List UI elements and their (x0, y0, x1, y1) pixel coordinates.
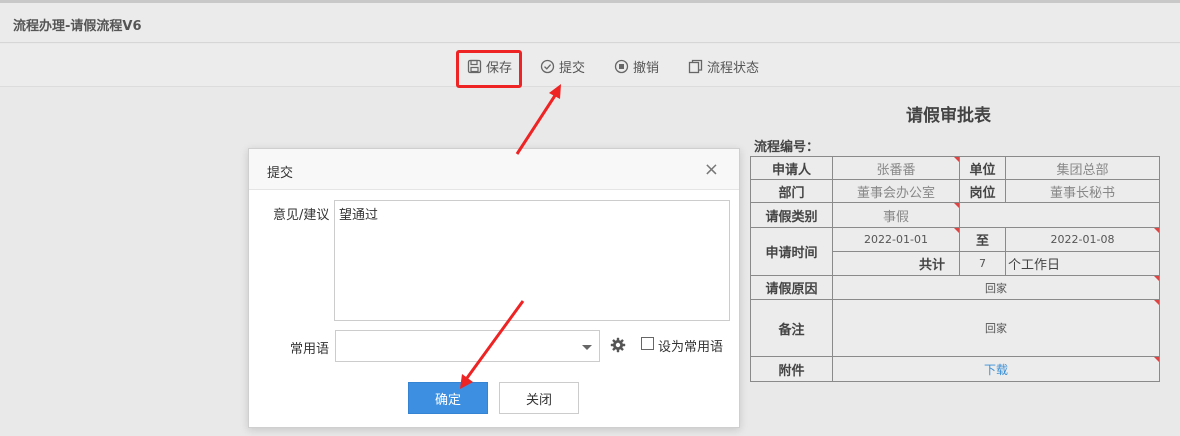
revoke-icon (614, 59, 629, 73)
end-date[interactable]: 2022-01-08 (1005, 227, 1160, 252)
save-highlight-box (456, 50, 522, 88)
submit-dialog: 提交 × 意见/建议 望通过 常用语 设为常用语 确定 关闭 (248, 148, 740, 428)
chevron-down-icon (582, 345, 592, 350)
applicant-label: 申请人 (750, 156, 833, 180)
flow-status-label: 流程状态 (707, 60, 760, 76)
form-title: 请假审批表 (906, 106, 991, 126)
leave-type-empty (959, 202, 1160, 228)
applicant-value: 张番番 (832, 156, 960, 180)
remark-label: 备注 (750, 299, 833, 357)
apply-time-label: 申请时间 (750, 227, 833, 276)
submit-button[interactable]: 提交 (540, 57, 586, 76)
arrow-to-save (515, 84, 561, 155)
dept-value: 董事会办公室 (832, 179, 960, 203)
opinion-label: 意见/建议 (273, 208, 330, 223)
leave-type-label: 请假类别 (750, 202, 833, 228)
opinion-textarea[interactable]: 望通过 (334, 200, 730, 321)
dialog-title: 提交 (267, 166, 294, 181)
reason-label: 请假原因 (750, 275, 833, 300)
gear-icon[interactable] (610, 337, 626, 353)
total-label: 共计 (832, 251, 960, 276)
days-unit: 个工作日 (1005, 251, 1160, 276)
status-copy-icon (688, 59, 703, 73)
set-common-checkbox[interactable] (641, 337, 654, 350)
leave-type-value: 事假 (832, 202, 960, 228)
flow-status-button[interactable]: 流程状态 (688, 57, 760, 76)
common-phrase-label: 常用语 (290, 342, 330, 357)
submit-label: 提交 (559, 60, 586, 76)
download-link[interactable]: 下载 (984, 363, 1008, 377)
post-value: 董事长秘书 (1005, 179, 1160, 203)
unit-value: 集团总部 (1005, 156, 1160, 180)
dialog-header: 提交 × (249, 149, 739, 190)
attach-label: 附件 (750, 356, 833, 382)
to-label: 至 (959, 227, 1006, 252)
close-icon[interactable]: × (704, 159, 719, 180)
dept-label: 部门 (750, 179, 833, 203)
total-days: 7 (959, 251, 1006, 276)
post-label: 岗位 (959, 179, 1006, 203)
leave-approval-table: 申请人 张番番 单位 集团总部 部门 董事会办公室 岗位 董事长秘书 请假类别 … (750, 156, 1160, 382)
close-button[interactable]: 关闭 (499, 382, 579, 414)
start-date[interactable]: 2022-01-01 (832, 227, 960, 252)
submit-check-icon (540, 59, 555, 73)
unit-label: 单位 (959, 156, 1006, 180)
attach-cell: 下载 (832, 356, 1160, 382)
common-phrase-select[interactable] (335, 330, 600, 362)
toolbar: 保存 提交 撤销 流程状态 (0, 44, 1180, 87)
confirm-button[interactable]: 确定 (408, 382, 488, 414)
page-title: 流程办理-请假流程V6 (13, 19, 142, 34)
title-bar: 流程办理-请假流程V6 (0, 3, 1180, 43)
revoke-label: 撤销 (633, 60, 660, 76)
reason-value: 回家 (832, 275, 1160, 300)
flow-number-label: 流程编号： (754, 140, 820, 155)
revoke-button[interactable]: 撤销 (614, 57, 660, 76)
set-common-label: 设为常用语 (658, 340, 724, 355)
remark-value: 回家 (832, 299, 1160, 357)
